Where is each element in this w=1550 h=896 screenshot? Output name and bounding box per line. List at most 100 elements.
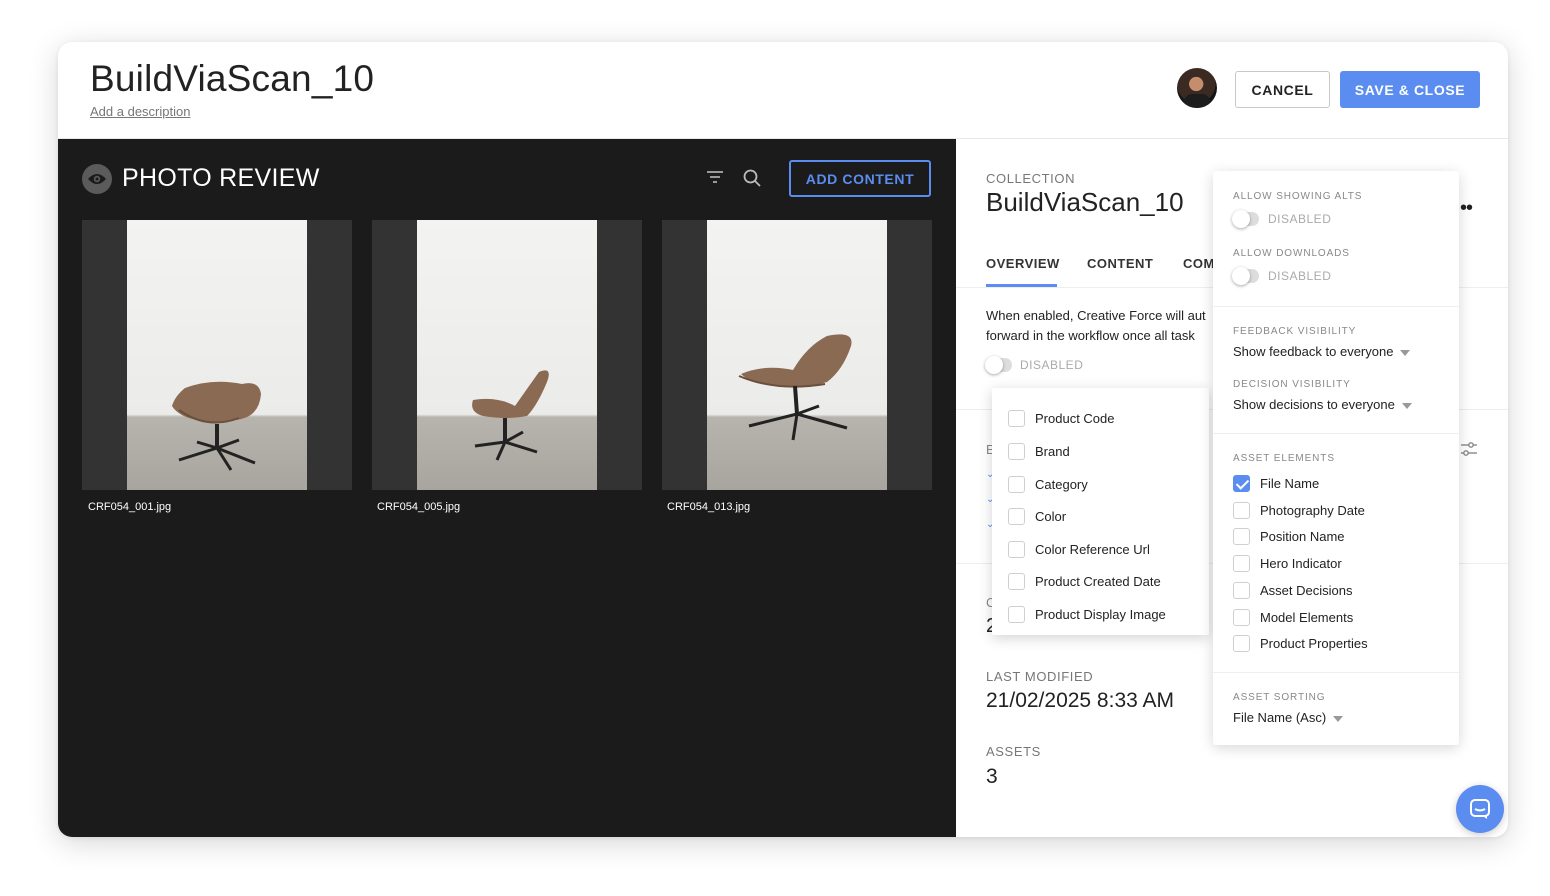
- checkbox[interactable]: [1008, 605, 1025, 623]
- dropdown-item-product-created-date[interactable]: Product Created Date: [1008, 571, 1161, 591]
- asset-sorting-value: File Name (Asc): [1233, 710, 1327, 725]
- checkbox[interactable]: [1008, 540, 1025, 558]
- chat-support-button[interactable]: [1456, 785, 1504, 833]
- asset-element-file-name[interactable]: File Name: [1233, 474, 1319, 492]
- asset-element-label: Hero Indicator: [1260, 555, 1342, 571]
- cancel-button[interactable]: CANCEL: [1235, 71, 1330, 108]
- allow-downloads-label: ALLOW DOWNLOADS: [1233, 248, 1350, 259]
- tab-comments[interactable]: COM: [1183, 256, 1215, 271]
- search-icon[interactable]: [742, 168, 762, 193]
- photo-review-panel: PHOTO REVIEW ADD CONTENT CRF054_001.jpg …: [58, 139, 956, 837]
- dropdown-item-label: Color Reference Url: [1035, 541, 1150, 557]
- user-avatar[interactable]: [1177, 68, 1217, 108]
- asset-image: [707, 220, 887, 490]
- checkbox[interactable]: [1008, 409, 1025, 427]
- asset-element-label: Asset Decisions: [1260, 582, 1353, 598]
- collection-label: COLLECTION: [986, 171, 1076, 186]
- asset-element-label: Product Properties: [1260, 635, 1368, 651]
- asset-element-label: Position Name: [1260, 528, 1345, 544]
- add-content-button[interactable]: ADD CONTENT: [789, 160, 931, 197]
- dropdown-item-label: Product Display Image: [1035, 606, 1166, 622]
- tab-overview[interactable]: OVERVIEW: [986, 256, 1060, 271]
- feedback-visibility-value: Show feedback to everyone: [1233, 344, 1394, 359]
- asset-filename: CRF054_013.jpg: [667, 501, 751, 513]
- asset-sorting-label: ASSET SORTING: [1233, 692, 1326, 703]
- tab-content[interactable]: CONTENT: [1087, 256, 1153, 271]
- asset-element-photography-date[interactable]: Photography Date: [1233, 501, 1365, 519]
- allow-downloads-state: DISABLED: [1268, 269, 1332, 283]
- auto-advance-description: When enabled, Creative Force will aut fo…: [986, 306, 1216, 346]
- checkbox[interactable]: [1233, 634, 1250, 652]
- dropdown-item-color[interactable]: Color: [1008, 506, 1066, 526]
- dropdown-item-category[interactable]: Category: [1008, 474, 1088, 494]
- asset-thumbnail[interactable]: [662, 220, 932, 490]
- assets-label: ASSETS: [986, 744, 1041, 759]
- checkbox[interactable]: [1008, 475, 1025, 493]
- photo-review-title: PHOTO REVIEW: [122, 164, 320, 192]
- chat-icon: [1470, 799, 1490, 819]
- checkbox[interactable]: [1008, 572, 1025, 590]
- asset-thumbnail[interactable]: [372, 220, 642, 490]
- save-close-button[interactable]: SAVE & CLOSE: [1340, 71, 1480, 108]
- dropdown-item-label: Color: [1035, 508, 1067, 524]
- asset-element-model-elements[interactable]: Model Elements: [1233, 608, 1353, 626]
- decision-visibility-select[interactable]: Show decisions to everyone: [1233, 397, 1412, 412]
- add-description-link[interactable]: Add a description: [90, 104, 190, 119]
- asset-element-label: File Name: [1260, 475, 1320, 491]
- asset-element-position-name[interactable]: Position Name: [1233, 527, 1345, 545]
- collection-name: BuildViaScan_10: [986, 187, 1184, 217]
- feedback-visibility-select[interactable]: Show feedback to everyone: [1233, 344, 1411, 359]
- asset-element-hero-indicator[interactable]: Hero Indicator: [1233, 554, 1342, 572]
- allow-alts-state: DISABLED: [1268, 212, 1332, 226]
- checkbox[interactable]: [1233, 608, 1250, 626]
- assets-count: 3: [986, 765, 998, 788]
- caret-down-icon: [1333, 715, 1344, 722]
- last-modified-label: LAST MODIFIED: [986, 669, 1094, 684]
- dropdown-item-label: Product Created Date: [1035, 573, 1161, 589]
- checkbox-checked[interactable]: [1233, 474, 1250, 492]
- adjust-settings-icon[interactable]: [1460, 441, 1478, 462]
- decision-visibility-label: DECISION VISIBILITY: [1233, 379, 1351, 390]
- divider: [1213, 306, 1459, 307]
- asset-filename: CRF054_001.jpg: [88, 501, 172, 513]
- feedback-visibility-label: FEEDBACK VISIBILITY: [1233, 326, 1357, 337]
- allow-alts-toggle[interactable]: [1232, 210, 1259, 228]
- asset-elements-label: ASSET ELEMENTS: [1233, 453, 1335, 464]
- checkbox[interactable]: [1233, 501, 1250, 519]
- allow-downloads-toggle[interactable]: [1232, 267, 1259, 285]
- dropdown-item-label: Product Code: [1035, 410, 1115, 426]
- divider: [1213, 672, 1459, 673]
- asset-thumbnail[interactable]: [82, 220, 352, 490]
- page-title: BuildViaScan_10: [90, 58, 375, 99]
- dropdown-item-product-display-image[interactable]: Product Display Image: [1008, 604, 1166, 624]
- checkbox[interactable]: [1233, 581, 1250, 599]
- asset-element-label: Model Elements: [1260, 609, 1354, 625]
- asset-sorting-select[interactable]: File Name (Asc): [1233, 710, 1344, 725]
- checkbox[interactable]: [1008, 507, 1025, 525]
- dropdown-item-product-code[interactable]: Product Code: [1008, 408, 1115, 428]
- product-fields-dropdown: Product Code Brand Category Color Color …: [992, 388, 1209, 635]
- active-tab-indicator: [986, 284, 1057, 287]
- checkbox[interactable]: [1233, 554, 1250, 572]
- checkbox[interactable]: [1233, 527, 1250, 545]
- dropdown-item-color-reference-url[interactable]: Color Reference Url: [1008, 539, 1150, 559]
- auto-advance-toggle[interactable]: [985, 356, 1012, 374]
- caret-down-icon: [1400, 349, 1411, 356]
- checkbox[interactable]: [1008, 442, 1025, 460]
- filter-icon[interactable]: [706, 169, 724, 190]
- last-modified-value: 21/02/2025 8:33 AM: [986, 689, 1174, 712]
- asset-element-asset-decisions[interactable]: Asset Decisions: [1233, 581, 1352, 599]
- toggle-state-label: DISABLED: [1020, 358, 1084, 372]
- divider: [1213, 433, 1459, 434]
- description-line: When enabled, Creative Force will aut: [986, 308, 1206, 323]
- asset-image: [417, 220, 597, 490]
- caret-down-icon: [1401, 402, 1412, 409]
- asset-image: [127, 220, 307, 490]
- decision-visibility-value: Show decisions to everyone: [1233, 397, 1395, 412]
- more-options-icon[interactable]: ••: [1460, 197, 1473, 220]
- asset-element-product-properties[interactable]: Product Properties: [1233, 634, 1368, 652]
- editor-header: BuildViaScan_10 Add a description CANCEL…: [58, 42, 1508, 139]
- asset-element-label: Photography Date: [1260, 502, 1365, 518]
- asset-filename: CRF054_005.jpg: [377, 501, 461, 513]
- dropdown-item-brand[interactable]: Brand: [1008, 441, 1070, 461]
